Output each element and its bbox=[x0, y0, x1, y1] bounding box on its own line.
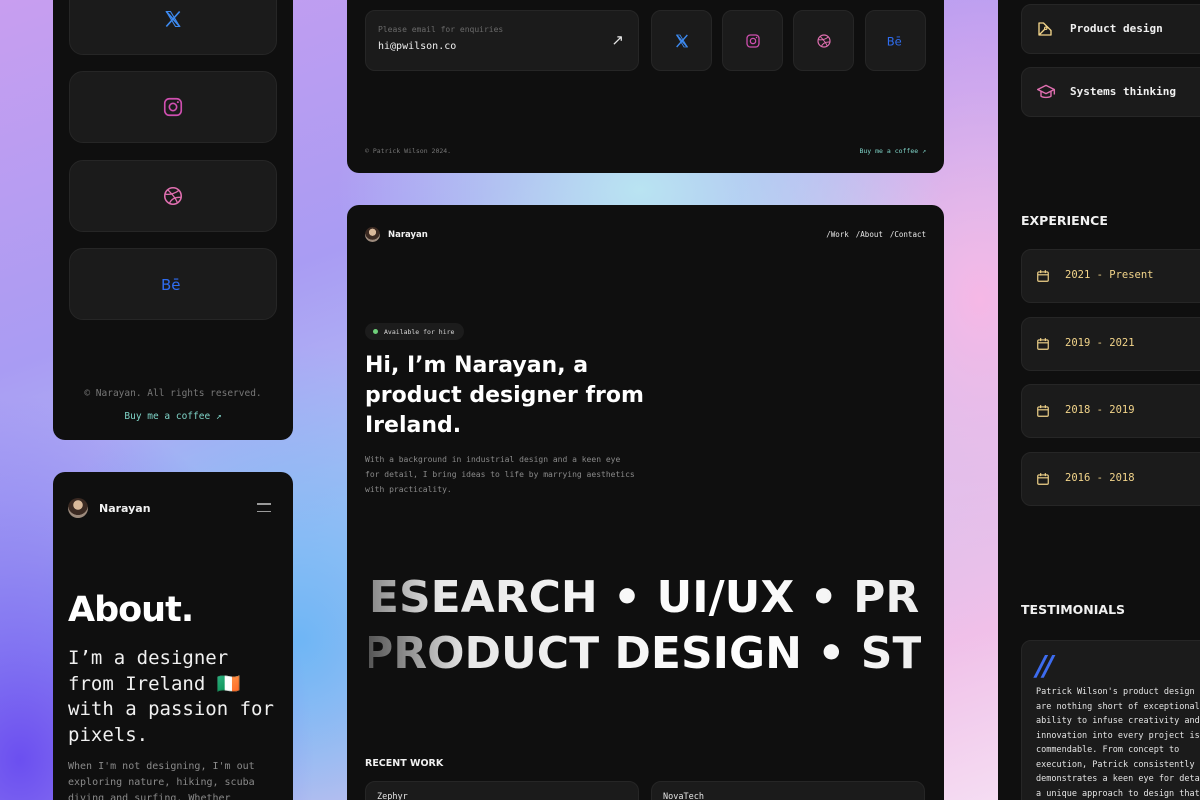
testimonials-heading: TESTIMONIALS bbox=[1021, 602, 1126, 617]
dribbble-icon bbox=[816, 33, 831, 48]
skill-label: Product design bbox=[1070, 22, 1163, 35]
hero-description: With a background in industrial design a… bbox=[365, 455, 635, 494]
about-intro: I’m a designer from Ireland 🇮🇪 with a pa… bbox=[68, 647, 274, 746]
x-link[interactable] bbox=[651, 10, 712, 71]
behance-icon: Bē bbox=[161, 276, 181, 294]
arrow-up-right-icon[interactable]: ↗ bbox=[611, 31, 624, 49]
x-link[interactable] bbox=[69, 0, 277, 55]
testimonial-card: // Patrick Wilson's product design s are… bbox=[1021, 640, 1200, 800]
avatar bbox=[68, 498, 88, 518]
hero-headline: Hi, I’m Narayan, a product designer from… bbox=[365, 353, 644, 438]
nav-work-link[interactable]: /Work bbox=[826, 230, 849, 239]
nav-about-link[interactable]: /About bbox=[856, 230, 883, 239]
instagram-icon bbox=[163, 97, 183, 117]
experience-heading: EXPERIENCE bbox=[1021, 213, 1108, 228]
email-value[interactable]: hi@pwilson.co bbox=[378, 41, 456, 52]
dribbble-icon bbox=[163, 186, 183, 206]
brand-name[interactable]: Narayan bbox=[99, 502, 151, 515]
recent-work-heading: RECENT WORK bbox=[365, 758, 444, 769]
skills-marquee-1: RESEARCH • UI/UX • PRODUCT bbox=[369, 573, 921, 623]
instagram-link[interactable] bbox=[69, 71, 277, 143]
work-card-title: NovaTech bbox=[663, 792, 704, 800]
experience-item[interactable]: 2016 - 2018 bbox=[1021, 452, 1200, 506]
x-icon bbox=[675, 34, 688, 47]
calendar-icon bbox=[1037, 473, 1049, 485]
svg-text:Bē: Bē bbox=[886, 34, 901, 48]
skill-product-design: Product design bbox=[1021, 4, 1200, 54]
brand-name[interactable]: Narayan bbox=[388, 230, 428, 240]
calendar-icon bbox=[1037, 270, 1049, 282]
buy-coffee-link[interactable]: Buy me a coffee ↗ bbox=[859, 147, 926, 155]
experience-dates: 2019 - 2021 bbox=[1065, 337, 1135, 349]
skills-marquee-2: PRODUCT DESIGN • STRATEGY bbox=[369, 629, 921, 679]
instagram-link[interactable] bbox=[722, 10, 783, 71]
availability-text: Available for hire bbox=[384, 327, 455, 336]
resume-panel: Product design Systems thinking EXPERIEN… bbox=[998, 0, 1200, 800]
experience-item[interactable]: 2019 - 2021 bbox=[1021, 317, 1200, 371]
marquee-2-text: PRODUCT DESIGN • STRATEGY bbox=[369, 629, 921, 679]
experience-item[interactable]: 2021 - Present bbox=[1021, 249, 1200, 303]
about-body: When I'm not designing, I'm out explorin… bbox=[68, 761, 255, 800]
experience-dates: 2021 - Present bbox=[1065, 269, 1154, 281]
nav-contact-link[interactable]: /Contact bbox=[890, 230, 926, 239]
behance-link[interactable]: Bē bbox=[69, 248, 277, 320]
hamburger-menu-icon[interactable] bbox=[257, 503, 271, 513]
avatar bbox=[365, 227, 380, 242]
pen-tool-icon bbox=[1038, 22, 1052, 36]
top-nav: /Work /About /Contact bbox=[826, 230, 926, 239]
skill-label: Systems thinking bbox=[1070, 85, 1176, 98]
page-title: About. bbox=[68, 590, 194, 630]
work-card-novatech[interactable]: NovaTech bbox=[651, 781, 925, 800]
home-hero-panel: Narayan /Work /About /Contact Available … bbox=[347, 205, 944, 800]
copyright-text: © Patrick Wilson 2024. bbox=[365, 147, 452, 155]
work-card-title: Zephyr bbox=[377, 792, 408, 800]
calendar-icon bbox=[1037, 338, 1049, 350]
dribbble-link[interactable] bbox=[793, 10, 854, 71]
graduation-cap-icon bbox=[1036, 84, 1056, 99]
quote-icon: // bbox=[1036, 649, 1054, 682]
instagram-icon bbox=[745, 33, 760, 48]
contact-footer-panel: Please email for enquiries hi@pwilson.co… bbox=[347, 0, 944, 173]
availability-badge: Available for hire bbox=[365, 323, 465, 340]
buy-coffee-link[interactable]: Buy me a coffee ↗ bbox=[53, 411, 293, 422]
calendar-icon bbox=[1037, 405, 1049, 417]
behance-icon: Bē bbox=[886, 34, 901, 48]
copyright-text: © Narayan. All rights reserved. bbox=[84, 388, 262, 399]
status-dot-icon bbox=[373, 329, 378, 334]
mobile-footer-panel: Bē © Narayan. All rights reserved. Buy m… bbox=[53, 0, 293, 440]
experience-dates: 2016 - 2018 bbox=[1065, 472, 1135, 484]
work-card-zephyr[interactable]: Zephyr bbox=[365, 781, 639, 800]
about-mobile-panel: Narayan About. I’m a designer from Irela… bbox=[53, 472, 293, 800]
email-placeholder: Please email for enquiries bbox=[378, 25, 504, 34]
skill-systems-thinking: Systems thinking bbox=[1021, 67, 1200, 117]
email-field[interactable]: Please email for enquiries hi@pwilson.co… bbox=[365, 10, 639, 71]
dribbble-link[interactable] bbox=[69, 160, 277, 232]
x-icon bbox=[165, 10, 181, 28]
svg-text:Bē: Bē bbox=[161, 276, 181, 294]
experience-dates: 2018 - 2019 bbox=[1065, 404, 1135, 416]
testimonial-text: Patrick Wilson's product design s are no… bbox=[1036, 687, 1200, 799]
experience-item[interactable]: 2018 - 2019 bbox=[1021, 384, 1200, 438]
behance-link[interactable]: Bē bbox=[865, 10, 926, 71]
marquee-1-text: RESEARCH • UI/UX • PRODUCT bbox=[369, 573, 921, 623]
